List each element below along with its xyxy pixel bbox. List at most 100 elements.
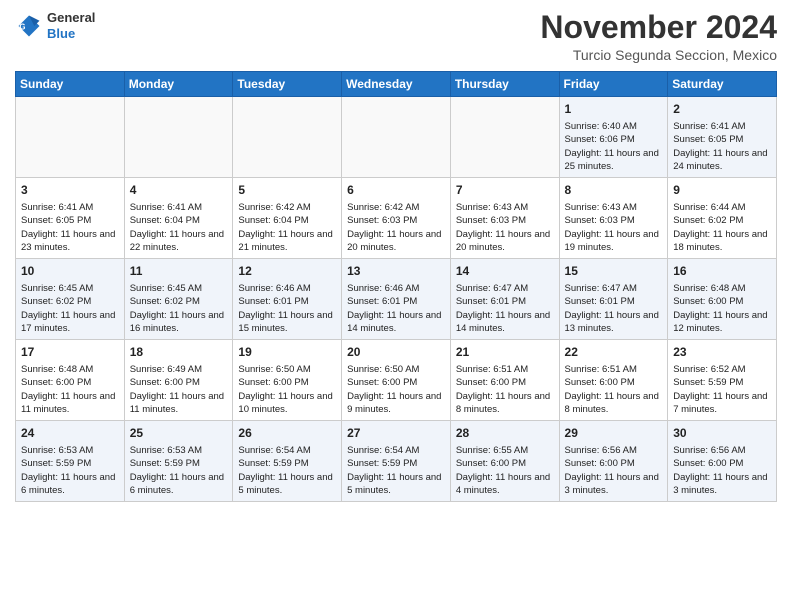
day-number: 22 (565, 344, 663, 361)
day-info: Sunrise: 6:53 AM (130, 444, 228, 457)
day-number: 14 (456, 263, 554, 280)
header-row: Sunday Monday Tuesday Wednesday Thursday… (16, 72, 777, 97)
day-info: Sunrise: 6:40 AM (565, 120, 663, 133)
day-info: Sunrise: 6:48 AM (673, 282, 771, 295)
day-info: Sunset: 6:00 PM (456, 457, 554, 470)
day-info: Sunrise: 6:53 AM (21, 444, 119, 457)
day-info: Sunrise: 6:48 AM (21, 363, 119, 376)
logo: G General Blue (15, 10, 95, 41)
day-info: Sunset: 6:05 PM (673, 133, 771, 146)
day-info: Sunset: 6:00 PM (21, 376, 119, 389)
day-info: Daylight: 11 hours and 20 minutes. (347, 228, 445, 255)
day-number: 5 (238, 182, 336, 199)
calendar-cell: 25Sunrise: 6:53 AMSunset: 5:59 PMDayligh… (124, 421, 233, 502)
day-info: Sunset: 6:00 PM (565, 376, 663, 389)
day-info: Sunrise: 6:56 AM (673, 444, 771, 457)
day-info: Daylight: 11 hours and 8 minutes. (456, 390, 554, 417)
calendar-cell: 23Sunrise: 6:52 AMSunset: 5:59 PMDayligh… (668, 340, 777, 421)
day-info: Sunrise: 6:50 AM (238, 363, 336, 376)
day-info: Sunset: 6:02 PM (673, 214, 771, 227)
day-info: Daylight: 11 hours and 21 minutes. (238, 228, 336, 255)
day-info: Sunrise: 6:55 AM (456, 444, 554, 457)
logo-text: General Blue (47, 10, 95, 41)
calendar-cell: 7Sunrise: 6:43 AMSunset: 6:03 PMDaylight… (450, 178, 559, 259)
day-info: Daylight: 11 hours and 14 minutes. (456, 309, 554, 336)
day-info: Sunset: 6:01 PM (456, 295, 554, 308)
day-info: Sunrise: 6:49 AM (130, 363, 228, 376)
week-row-0: 1Sunrise: 6:40 AMSunset: 6:06 PMDaylight… (16, 97, 777, 178)
header-monday: Monday (124, 72, 233, 97)
day-info: Daylight: 11 hours and 25 minutes. (565, 147, 663, 174)
day-number: 4 (130, 182, 228, 199)
page: G General Blue November 2024 Turcio Segu… (0, 0, 792, 510)
calendar-cell: 28 Sunrise: 6:55 AMSunset: 6:00 PMDayligh… (450, 421, 559, 502)
day-info: Sunrise: 6:46 AM (347, 282, 445, 295)
day-info: Daylight: 11 hours and 4 minutes. (456, 471, 554, 498)
day-number: 29 (565, 425, 663, 442)
day-number: 7 (456, 182, 554, 199)
day-info: Daylight: 11 hours and 9 minutes. (347, 390, 445, 417)
day-info: Sunrise: 6:43 AM (456, 201, 554, 214)
calendar-table: Sunday Monday Tuesday Wednesday Thursday… (15, 71, 777, 502)
location: Turcio Segunda Seccion, Mexico (540, 47, 777, 63)
day-number: 12 (238, 263, 336, 280)
calendar-cell (450, 97, 559, 178)
day-number: 11 (130, 263, 228, 280)
day-info: Sunset: 6:02 PM (130, 295, 228, 308)
day-info: Daylight: 11 hours and 19 minutes. (565, 228, 663, 255)
calendar-cell (342, 97, 451, 178)
day-info: Sunset: 6:00 PM (673, 457, 771, 470)
calendar-cell: 22Sunrise: 6:51 AMSunset: 6:00 PMDayligh… (559, 340, 668, 421)
day-info: Daylight: 11 hours and 23 minutes. (21, 228, 119, 255)
day-info: Sunrise: 6:45 AM (130, 282, 228, 295)
day-info: Sunset: 6:00 PM (130, 376, 228, 389)
day-number: 25 (130, 425, 228, 442)
day-number: 26 (238, 425, 336, 442)
header-saturday: Saturday (668, 72, 777, 97)
calendar-cell: 30Sunrise: 6:56 AMSunset: 6:00 PMDayligh… (668, 421, 777, 502)
day-number: 21 (456, 344, 554, 361)
logo-general: General (47, 10, 95, 26)
day-info: Daylight: 11 hours and 8 minutes. (565, 390, 663, 417)
day-info: Daylight: 11 hours and 20 minutes. (456, 228, 554, 255)
calendar-cell: 13Sunrise: 6:46 AMSunset: 6:01 PMDayligh… (342, 259, 451, 340)
calendar-cell: 9Sunrise: 6:44 AMSunset: 6:02 PMDaylight… (668, 178, 777, 259)
day-info: Daylight: 11 hours and 16 minutes. (130, 309, 228, 336)
day-number: 20 (347, 344, 445, 361)
day-number: 23 (673, 344, 771, 361)
day-info: Sunset: 6:01 PM (565, 295, 663, 308)
calendar-body: 1Sunrise: 6:40 AMSunset: 6:06 PMDaylight… (16, 97, 777, 502)
day-info: Daylight: 11 hours and 6 minutes. (21, 471, 119, 498)
day-info: Daylight: 11 hours and 3 minutes. (565, 471, 663, 498)
calendar-cell: 3Sunrise: 6:41 AMSunset: 6:05 PMDaylight… (16, 178, 125, 259)
day-info: Daylight: 11 hours and 14 minutes. (347, 309, 445, 336)
calendar-cell: 21Sunrise: 6:51 AMSunset: 6:00 PMDayligh… (450, 340, 559, 421)
day-info: Daylight: 11 hours and 22 minutes. (130, 228, 228, 255)
week-row-1: 3Sunrise: 6:41 AMSunset: 6:05 PMDaylight… (16, 178, 777, 259)
day-number: 13 (347, 263, 445, 280)
day-number: 28 (456, 425, 554, 442)
day-info: Sunrise: 6:41 AM (21, 201, 119, 214)
calendar-cell: 6Sunrise: 6:42 AMSunset: 6:03 PMDaylight… (342, 178, 451, 259)
header-tuesday: Tuesday (233, 72, 342, 97)
day-info: Sunrise: 6:45 AM (21, 282, 119, 295)
calendar-cell: 26Sunrise: 6:54 AMSunset: 5:59 PMDayligh… (233, 421, 342, 502)
day-info: Daylight: 11 hours and 5 minutes. (238, 471, 336, 498)
day-info: Sunset: 6:00 PM (347, 376, 445, 389)
calendar-cell: 27Sunrise: 6:54 AMSunset: 5:59 PMDayligh… (342, 421, 451, 502)
day-info: Sunrise: 6:52 AM (673, 363, 771, 376)
calendar-cell: 15Sunrise: 6:47 AMSunset: 6:01 PMDayligh… (559, 259, 668, 340)
calendar-cell: 1Sunrise: 6:40 AMSunset: 6:06 PMDaylight… (559, 97, 668, 178)
header-wednesday: Wednesday (342, 72, 451, 97)
day-info: Sunrise: 6:47 AM (456, 282, 554, 295)
day-info: Sunset: 5:59 PM (347, 457, 445, 470)
day-info: Sunrise: 6:42 AM (347, 201, 445, 214)
day-info: Daylight: 11 hours and 6 minutes. (130, 471, 228, 498)
week-row-4: 24Sunrise: 6:53 AMSunset: 5:59 PMDayligh… (16, 421, 777, 502)
day-info: Sunset: 6:04 PM (130, 214, 228, 227)
day-info: Sunset: 6:05 PM (21, 214, 119, 227)
day-number: 16 (673, 263, 771, 280)
calendar-cell: 16Sunrise: 6:48 AMSunset: 6:00 PMDayligh… (668, 259, 777, 340)
calendar-cell: 12Sunrise: 6:46 AMSunset: 6:01 PMDayligh… (233, 259, 342, 340)
day-number: 30 (673, 425, 771, 442)
